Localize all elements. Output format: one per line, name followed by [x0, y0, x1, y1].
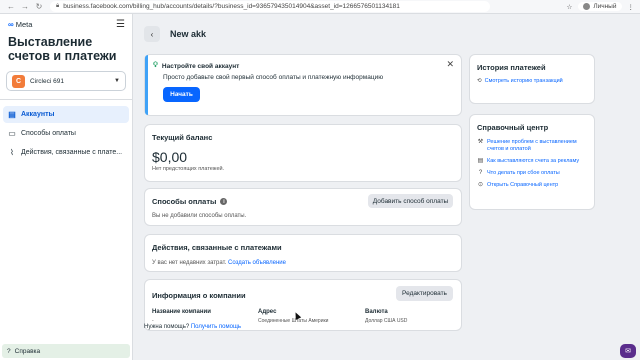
get-help-link[interactable]: Получить помощь — [191, 324, 241, 330]
view-transactions-label: Смотреть историю транзакций — [484, 78, 563, 84]
reload-icon[interactable]: ↻ — [34, 2, 44, 11]
profile-button[interactable]: Личный — [578, 2, 622, 11]
setup-title: Настройте свой аккаунт — [161, 62, 240, 70]
hamburger-menu-icon[interactable]: ☰ — [116, 19, 125, 29]
help-link-item[interactable]: ▤ Как выставляются счета за рекламу — [477, 158, 589, 165]
back-arrow-icon[interactable]: ← — [6, 2, 16, 11]
profile-label: Личный — [593, 3, 617, 10]
history-icon: ⟲ — [477, 78, 482, 84]
payment-methods-title: Способы оплаты — [152, 197, 217, 206]
help-center-title: Справочный центр — [477, 123, 549, 132]
payment-history-card: История платежей ⟲ Смотреть историю тран… — [469, 54, 595, 104]
sidebar: ∞ Meta ☰ Выставление счетов и платежи C … — [0, 14, 133, 360]
payment-activity-text: У вас нет недавних затрат. — [152, 260, 227, 266]
meta-infinity-icon: ∞ — [8, 20, 14, 29]
address-bar[interactable]: 🔒︎ business.facebook.com/billing_hub/acc… — [50, 1, 490, 12]
banner-accent-bar — [145, 55, 148, 115]
payment-history-title: История платежей — [477, 63, 546, 72]
browser-nav: ← → ↻ — [6, 2, 44, 11]
payment-activity-card: Действия, связанные с платежами У вас не… — [144, 234, 462, 272]
need-help-text: Нужна помощь? — [144, 324, 190, 330]
activity-icon: ⌇ — [10, 148, 14, 157]
back-button[interactable]: ‹ — [144, 26, 160, 42]
bill-icon: ▤ — [477, 158, 484, 164]
close-icon[interactable]: ✕ — [446, 59, 454, 70]
help-label: Справка — [14, 347, 41, 355]
help-link-label: Решение проблем с выставлением счетов и … — [487, 139, 577, 152]
help-link-item[interactable]: ⊙ Открыть Справочный центр — [477, 182, 589, 189]
page-header: ‹ New akk — [144, 26, 206, 42]
help-link-label: Как выставляются счета за рекламу — [487, 158, 580, 164]
card-icon: ▭ — [8, 129, 16, 138]
balance-amount: $0,00 — [152, 149, 188, 165]
help-link-label: Что делать при сбое оплаты — [487, 170, 560, 176]
main-content: ‹ New akk 💡︎ Настройте свой аккаунт Прос… — [133, 14, 640, 360]
accounts-icon: ▤ — [8, 110, 16, 119]
sidebar-item-label: Действия, связанные с плате... — [21, 149, 123, 156]
balance-note: Нет предстоящих платежей. — [152, 166, 225, 172]
browser-toolbar: ← → ↻ 🔒︎ business.facebook.com/billing_h… — [0, 0, 640, 14]
company-info-title: Информация о компании — [152, 291, 246, 300]
sidebar-item-label: Способы оплаты — [21, 130, 76, 137]
payment-activity-title: Действия, связанные с платежами — [152, 243, 282, 252]
help-link-item[interactable]: ? Что делать при сбое оплаты — [477, 170, 589, 177]
meta-logo[interactable]: ∞ Meta — [8, 20, 32, 29]
sidebar-item-accounts[interactable]: ▤ Аккаунты — [3, 106, 129, 123]
account-avatar: C — [12, 74, 25, 88]
setup-description: Просто добавьте свой первый способ оплат… — [163, 74, 384, 81]
sidebar-item-label: Аккаунты — [21, 111, 55, 118]
help-link-label: Открыть Справочный центр — [487, 182, 559, 188]
edit-button[interactable]: Редактировать — [396, 286, 453, 301]
balance-title: Текущий баланс — [152, 133, 213, 142]
chat-icon[interactable]: ✉ — [620, 344, 636, 358]
balance-card: Текущий баланс $0,00 Нет предстоящих пла… — [144, 124, 462, 182]
forward-arrow-icon[interactable]: → — [20, 2, 30, 11]
menu-dots-icon[interactable]: ⋮ — [628, 3, 635, 11]
help-button[interactable]: ? Справка — [2, 344, 130, 358]
view-transactions-link[interactable]: ⟲ Смотреть историю транзакций — [477, 78, 563, 84]
company-name-field: Название компании - — [152, 309, 211, 324]
chevron-left-icon: ‹ — [150, 29, 154, 39]
need-help-line: Нужна помощь? Получить помощь — [144, 324, 241, 330]
currency-field: Валюта Доллар США USD — [365, 309, 407, 324]
field-label: Название компании — [152, 309, 211, 315]
meta-logo-text: Meta — [15, 20, 33, 29]
payment-methods-header: Способы оплаты i — [152, 197, 228, 206]
info-icon[interactable]: i — [220, 198, 228, 205]
add-payment-method-button[interactable]: Добавить способ оплаты — [368, 194, 453, 208]
lightbulb-icon: 💡︎ — [153, 62, 158, 69]
account-selector[interactable]: C Circleci 691 ▼ — [6, 71, 126, 91]
wrench-icon: ⚒ — [477, 139, 484, 145]
help-center-links: ⚒ Решение проблем с выставлением счетов … — [477, 139, 589, 194]
star-icon[interactable]: ☆ — [566, 3, 572, 11]
account-name: Circleci 691 — [30, 77, 64, 85]
field-value: Соединенные Штаты Америки — [258, 318, 329, 324]
profile-avatar-icon — [583, 3, 591, 10]
url-text: business.facebook.com/billing_hub/accoun… — [63, 3, 400, 10]
payment-methods-empty: Вы не добавили способы оплаты. — [152, 213, 247, 219]
sidebar-title: Выставление счетов и платежи — [8, 35, 117, 63]
start-button[interactable]: Начать — [163, 87, 200, 102]
help-center-icon: ⊙ — [477, 182, 484, 188]
lock-icon: 🔒︎ — [56, 3, 60, 9]
help-center-card: Справочный центр ⚒ Решение проблем с выс… — [469, 114, 595, 210]
help-link-item[interactable]: ⚒ Решение проблем с выставлением счетов … — [477, 139, 589, 153]
field-label: Валюта — [365, 309, 388, 315]
sidebar-item-payment-activity[interactable]: ⌇ Действия, связанные с плате... — [3, 144, 129, 161]
page-title: New akk — [170, 29, 207, 39]
caret-down-icon: ▼ — [114, 78, 120, 84]
question-circle-icon: ? — [478, 170, 483, 176]
field-value: Доллар США USD — [365, 318, 408, 324]
sidebar-item-payment-methods[interactable]: ▭ Способы оплаты — [3, 125, 129, 142]
help-question-icon: ? — [7, 347, 11, 355]
create-ad-link[interactable]: Создать объявление — [228, 260, 286, 266]
sidebar-divider — [0, 99, 132, 100]
setup-banner: 💡︎ Настройте свой аккаунт Просто добавьт… — [144, 54, 462, 116]
payment-methods-card: Способы оплаты i Вы не добавили способы … — [144, 188, 462, 226]
